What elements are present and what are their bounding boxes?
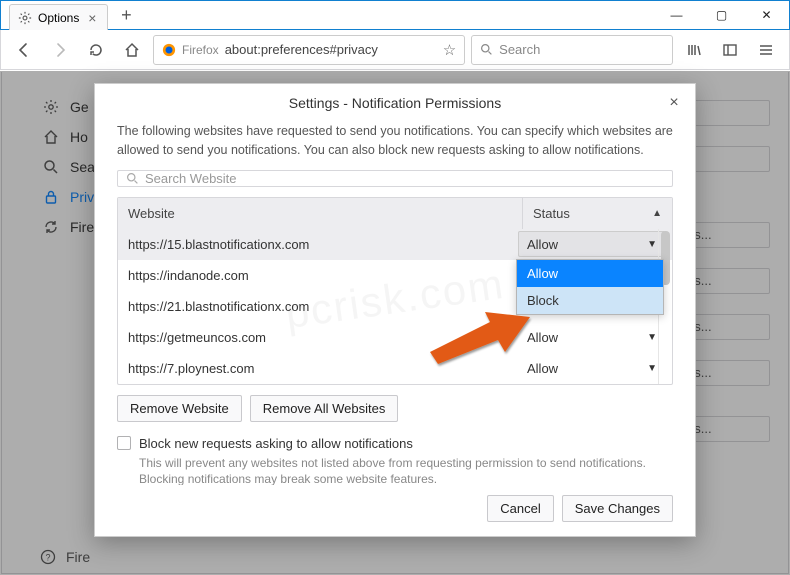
status-select[interactable]: Allow ▼ (518, 231, 666, 257)
save-changes-button[interactable]: Save Changes (562, 495, 673, 522)
arrow-right-icon (51, 41, 69, 59)
tab-strip: Options × + (1, 1, 654, 29)
status-cell: Allow ▼ (516, 353, 672, 383)
status-cell: Allow ▼ (516, 322, 672, 352)
dropdown-option-allow[interactable]: Allow (517, 260, 663, 287)
window-controls: — ▢ ✕ (654, 1, 789, 29)
url-text: about:preferences#privacy (225, 42, 378, 57)
close-icon[interactable]: × (85, 11, 99, 25)
website-cell: https://getmeuncos.com (118, 322, 516, 353)
sidebar-icon (722, 42, 738, 58)
menu-button[interactable] (751, 35, 781, 65)
dialog-title-bar: Settings - Notification Permissions × (95, 84, 695, 122)
block-new-checkbox[interactable] (117, 436, 131, 450)
library-button[interactable] (679, 35, 709, 65)
table-row[interactable]: https://15.blastnotificationx.com Allow … (118, 229, 672, 260)
new-tab-button[interactable]: + (114, 3, 138, 27)
dialog-close-button[interactable]: × (663, 92, 685, 114)
search-placeholder: Search (499, 42, 540, 57)
close-window-button[interactable]: ✕ (744, 1, 789, 29)
website-cell: https://indanode.com (118, 260, 516, 291)
cancel-button[interactable]: Cancel (487, 495, 553, 522)
search-icon (126, 172, 139, 185)
status-cell: Allow ▼ (516, 229, 672, 259)
chevron-down-icon: ▼ (647, 363, 657, 374)
library-icon (686, 42, 702, 58)
url-bar[interactable]: Firefox about:preferences#privacy ☆ (153, 35, 465, 65)
remove-all-websites-button[interactable]: Remove All Websites (250, 395, 399, 422)
block-new-checkbox-row: Block new requests asking to allow notif… (117, 436, 673, 451)
hamburger-icon (758, 42, 774, 58)
dialog-body: The following websites have requested to… (95, 122, 695, 485)
search-bar[interactable]: Search (471, 35, 673, 65)
search-placeholder: Search Website (145, 171, 237, 186)
status-dropdown: Allow Block (516, 259, 664, 315)
back-button[interactable] (9, 35, 39, 65)
forward-button[interactable] (45, 35, 75, 65)
home-icon (124, 42, 140, 58)
minimize-button[interactable]: — (654, 1, 699, 29)
dialog-title: Settings - Notification Permissions (289, 95, 501, 111)
tab-label: Options (38, 11, 79, 25)
gear-icon (18, 11, 32, 25)
notification-permissions-dialog: Settings - Notification Permissions × Th… (94, 83, 696, 537)
table-row[interactable]: https://getmeuncos.com Allow ▼ (118, 322, 672, 353)
tab-options[interactable]: Options × (9, 4, 108, 30)
status-select[interactable]: Allow ▼ (518, 324, 666, 350)
window-titlebar: Options × + — ▢ ✕ (0, 0, 790, 30)
column-website[interactable]: Website (118, 198, 522, 229)
firefox-icon (162, 43, 176, 57)
sort-arrow-icon: ▲ (652, 208, 662, 219)
dialog-description: The following websites have requested to… (117, 122, 673, 160)
home-button[interactable] (117, 35, 147, 65)
website-cell: https://21.blastnotificationx.com (118, 291, 516, 322)
table-row[interactable]: https://7.ploynest.com Allow ▼ (118, 353, 672, 384)
chevron-down-icon: ▼ (647, 239, 657, 250)
block-new-note: This will prevent any websites not liste… (139, 455, 673, 486)
sidebar-button[interactable] (715, 35, 745, 65)
website-cell: https://15.blastnotificationx.com (118, 229, 516, 260)
table-body: https://15.blastnotificationx.com Allow … (118, 229, 672, 384)
block-new-label: Block new requests asking to allow notif… (139, 436, 413, 451)
identity-label: Firefox (182, 43, 219, 57)
navigation-toolbar: Firefox about:preferences#privacy ☆ Sear… (0, 30, 790, 70)
remove-website-button[interactable]: Remove Website (117, 395, 242, 422)
column-status[interactable]: Status ▲ (522, 198, 672, 229)
permissions-table: Website Status ▲ https://15.blastnotific… (117, 197, 673, 385)
bookmark-star-icon[interactable]: ☆ (443, 41, 456, 59)
website-cell: https://7.ploynest.com (118, 353, 516, 384)
dialog-footer: Cancel Save Changes (95, 485, 695, 536)
table-header: Website Status ▲ (118, 198, 672, 229)
reload-icon (88, 42, 104, 58)
search-website-input[interactable]: Search Website (117, 170, 673, 187)
reload-button[interactable] (81, 35, 111, 65)
arrow-left-icon (15, 41, 33, 59)
dropdown-option-block[interactable]: Block (517, 287, 663, 314)
table-actions: Remove Website Remove All Websites (117, 395, 673, 422)
chevron-down-icon: ▼ (647, 332, 657, 343)
status-select[interactable]: Allow ▼ (518, 355, 666, 381)
maximize-button[interactable]: ▢ (699, 1, 744, 29)
search-icon (480, 43, 493, 56)
